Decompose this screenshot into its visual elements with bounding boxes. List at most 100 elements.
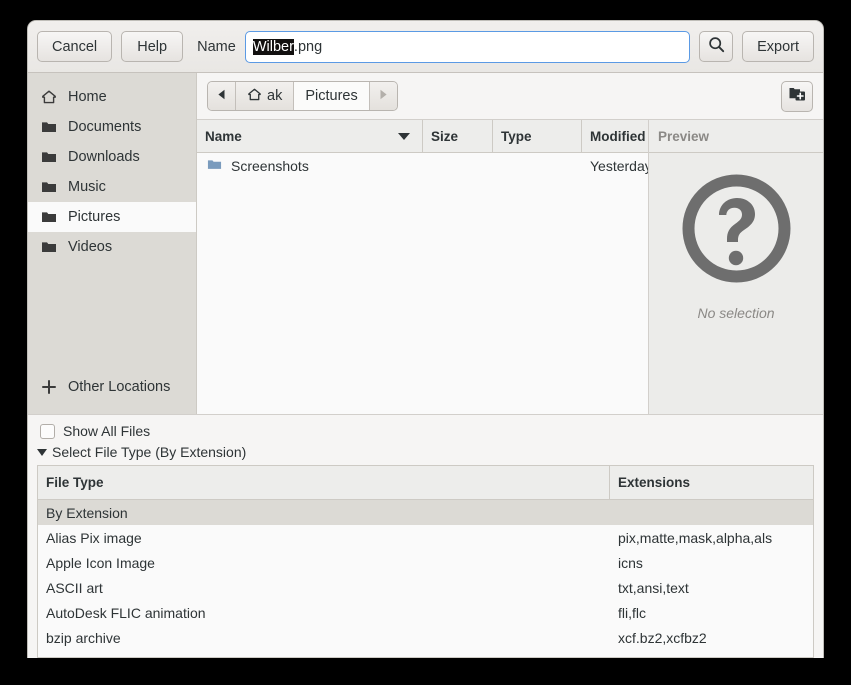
select-file-type-label: Select File Type (By Extension)	[52, 444, 246, 460]
breadcrumb-label: ak	[267, 88, 282, 104]
file-type-cell: Colored HTML text	[38, 655, 610, 658]
file-type-cell: AutoDesk FLIC animation	[38, 605, 610, 621]
file-browser: Home Documents Downloads	[28, 73, 823, 415]
path-forward-button[interactable]	[370, 82, 397, 110]
sidebar-item-music[interactable]: Music	[28, 172, 196, 202]
breadcrumb-label: Pictures	[305, 88, 357, 104]
file-name-cell: Screenshots	[197, 157, 423, 175]
sidebar-item-label: Pictures	[68, 209, 120, 225]
file-type-cell: Apple Icon Image	[38, 555, 610, 571]
folder-icon	[41, 239, 57, 255]
sidebar-item-home[interactable]: Home	[28, 82, 196, 112]
sidebar-item-label: Other Locations	[68, 379, 170, 395]
file-modified-cell: Yesterday	[582, 158, 648, 174]
table-row[interactable]: bzip archive xcf.bz2,xcfbz2	[38, 625, 813, 650]
chevron-down-icon	[37, 449, 47, 456]
sidebar-item-label: Videos	[68, 239, 112, 255]
breadcrumb-item-pictures[interactable]: Pictures	[294, 82, 369, 110]
extensions-cell: fli,flc	[610, 605, 813, 621]
browser-main: ak Pictures	[197, 73, 823, 414]
no-selection-label: No selection	[697, 305, 774, 321]
filename-selected-text: Wilber	[253, 39, 294, 55]
file-type-cell: Alias Pix image	[38, 530, 610, 546]
column-header-modified[interactable]: Modified	[582, 120, 654, 152]
column-header-type[interactable]: Type	[493, 120, 582, 152]
preview-pane: Preview No selection	[649, 119, 823, 414]
sidebar-item-pictures[interactable]: Pictures	[28, 202, 196, 232]
file-list-header: Name Size Type Modified	[197, 120, 648, 153]
table-row[interactable]: Alias Pix image pix,matte,mask,alpha,als	[38, 525, 813, 550]
export-button[interactable]: Export	[742, 31, 814, 62]
folder-icon	[41, 209, 57, 225]
extensions-cell: xcf.bz2,xcfbz2	[610, 630, 813, 646]
file-type-cell: bzip archive	[38, 630, 610, 646]
folder-icon	[41, 149, 57, 165]
select-file-type-expander[interactable]: Select File Type (By Extension)	[28, 442, 823, 465]
sidebar-item-documents[interactable]: Documents	[28, 112, 196, 142]
column-header-extensions[interactable]: Extensions	[610, 466, 813, 499]
sidebar-spacer	[28, 262, 196, 372]
export-options: Show All Files Select File Type (By Exte…	[28, 415, 823, 658]
table-row[interactable]: Colored HTML text html,htm	[38, 650, 813, 657]
sidebar-item-label: Downloads	[68, 149, 140, 165]
extensions-cell: pix,matte,mask,alpha,als	[610, 530, 813, 546]
folder-icon	[41, 119, 57, 135]
path-back-button[interactable]	[208, 82, 236, 110]
sidebar-item-label: Home	[68, 89, 107, 105]
cancel-button[interactable]: Cancel	[37, 31, 112, 62]
triangle-left-icon	[217, 88, 226, 104]
file-type-cell: By Extension	[38, 505, 610, 521]
question-mark-circle-icon	[679, 171, 794, 291]
table-row[interactable]: Apple Icon Image icns	[38, 550, 813, 575]
export-image-dialog: Cancel Help Name Wilber.png Export	[27, 20, 824, 658]
show-all-files-checkbox[interactable]	[40, 424, 55, 439]
table-row[interactable]: Screenshots Yesterday	[197, 153, 648, 179]
new-folder-icon	[788, 85, 806, 108]
folder-icon	[207, 157, 222, 175]
sidebar-item-label: Music	[68, 179, 106, 195]
file-type-rows: By Extension Alias Pix image pix,matte,m…	[38, 500, 813, 657]
file-name-label: Screenshots	[231, 158, 309, 174]
extensions-cell: txt,ansi,text	[610, 580, 813, 596]
dialog-body: Home Documents Downloads	[28, 73, 823, 658]
filename-input[interactable]: Wilber.png	[245, 31, 690, 63]
table-row[interactable]: By Extension	[38, 500, 813, 525]
file-type-table: File Type Extensions By Extension Alias …	[37, 465, 814, 658]
list-and-preview: Name Size Type Modified	[197, 119, 823, 414]
table-row[interactable]: AutoDesk FLIC animation fli,flc	[38, 600, 813, 625]
extensions-cell: icns	[610, 555, 813, 571]
triangle-right-icon	[379, 88, 388, 104]
column-header-label: Name	[205, 129, 242, 144]
file-type-cell: ASCII art	[38, 580, 610, 596]
pathbar-row: ak Pictures	[197, 73, 823, 119]
column-header-file-type[interactable]: File Type	[38, 466, 610, 499]
sidebar-item-label: Documents	[68, 119, 141, 135]
new-folder-button[interactable]	[781, 81, 813, 112]
home-icon	[247, 87, 262, 106]
file-type-table-header: File Type Extensions	[38, 466, 813, 500]
places-sidebar: Home Documents Downloads	[28, 73, 197, 414]
search-button[interactable]	[699, 31, 733, 62]
show-all-files-row: Show All Files	[28, 415, 823, 442]
breadcrumb: ak Pictures	[207, 81, 398, 111]
preview-title: Preview	[649, 120, 823, 153]
folder-icon	[41, 179, 57, 195]
sidebar-item-downloads[interactable]: Downloads	[28, 142, 196, 172]
sidebar-item-videos[interactable]: Videos	[28, 232, 196, 262]
table-row[interactable]: ASCII art txt,ansi,text	[38, 575, 813, 600]
breadcrumb-item-ak[interactable]: ak	[236, 82, 294, 110]
file-list: Name Size Type Modified	[197, 119, 649, 414]
show-all-files-label[interactable]: Show All Files	[63, 423, 150, 439]
preview-body: No selection	[649, 153, 823, 414]
extensions-cell: html,htm	[610, 655, 813, 658]
column-header-name[interactable]: Name	[197, 120, 423, 152]
filename-extension-text: .png	[294, 39, 322, 55]
help-button[interactable]: Help	[121, 31, 183, 62]
sidebar-item-other-locations[interactable]: Other Locations	[28, 372, 196, 402]
home-icon	[41, 89, 57, 105]
plus-icon	[41, 379, 57, 395]
column-header-size[interactable]: Size	[423, 120, 493, 152]
dialog-header-bar: Cancel Help Name Wilber.png Export	[28, 21, 823, 73]
search-icon	[708, 36, 725, 57]
name-label: Name	[197, 39, 236, 55]
